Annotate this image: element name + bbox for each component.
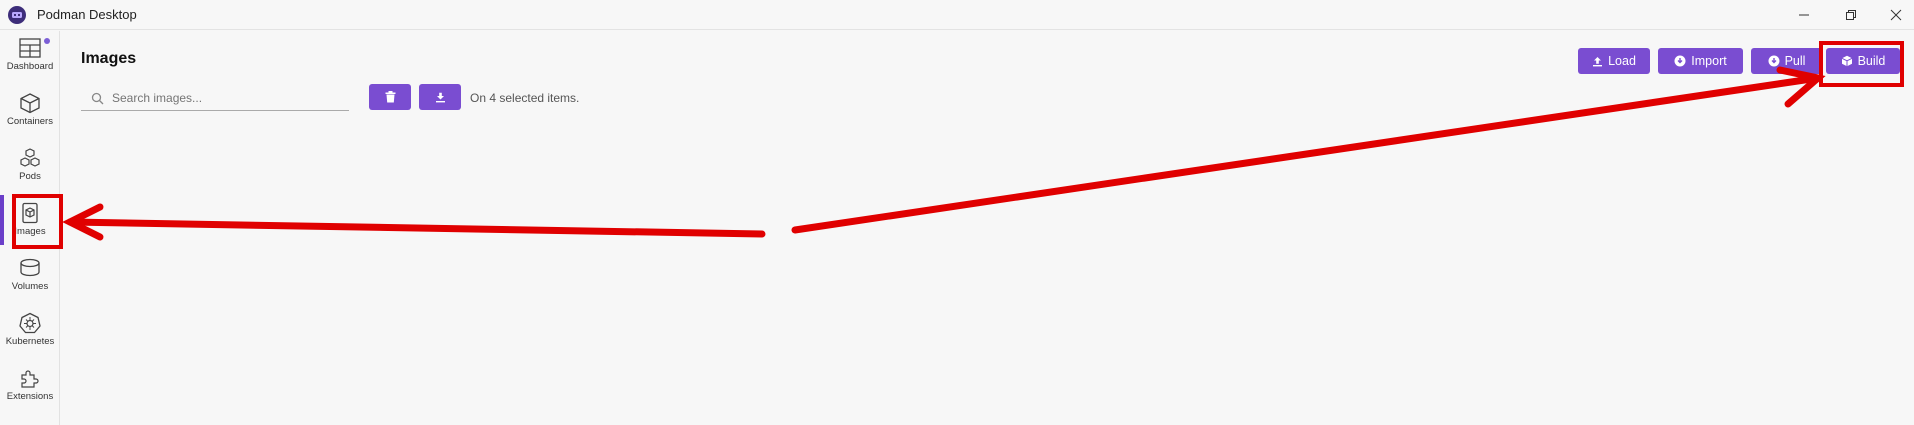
arrow-to-images <box>66 218 766 238</box>
arrow-head-right <box>1776 66 1826 108</box>
arrow-to-build <box>791 74 1822 234</box>
annotation-arrows <box>62 66 1826 241</box>
